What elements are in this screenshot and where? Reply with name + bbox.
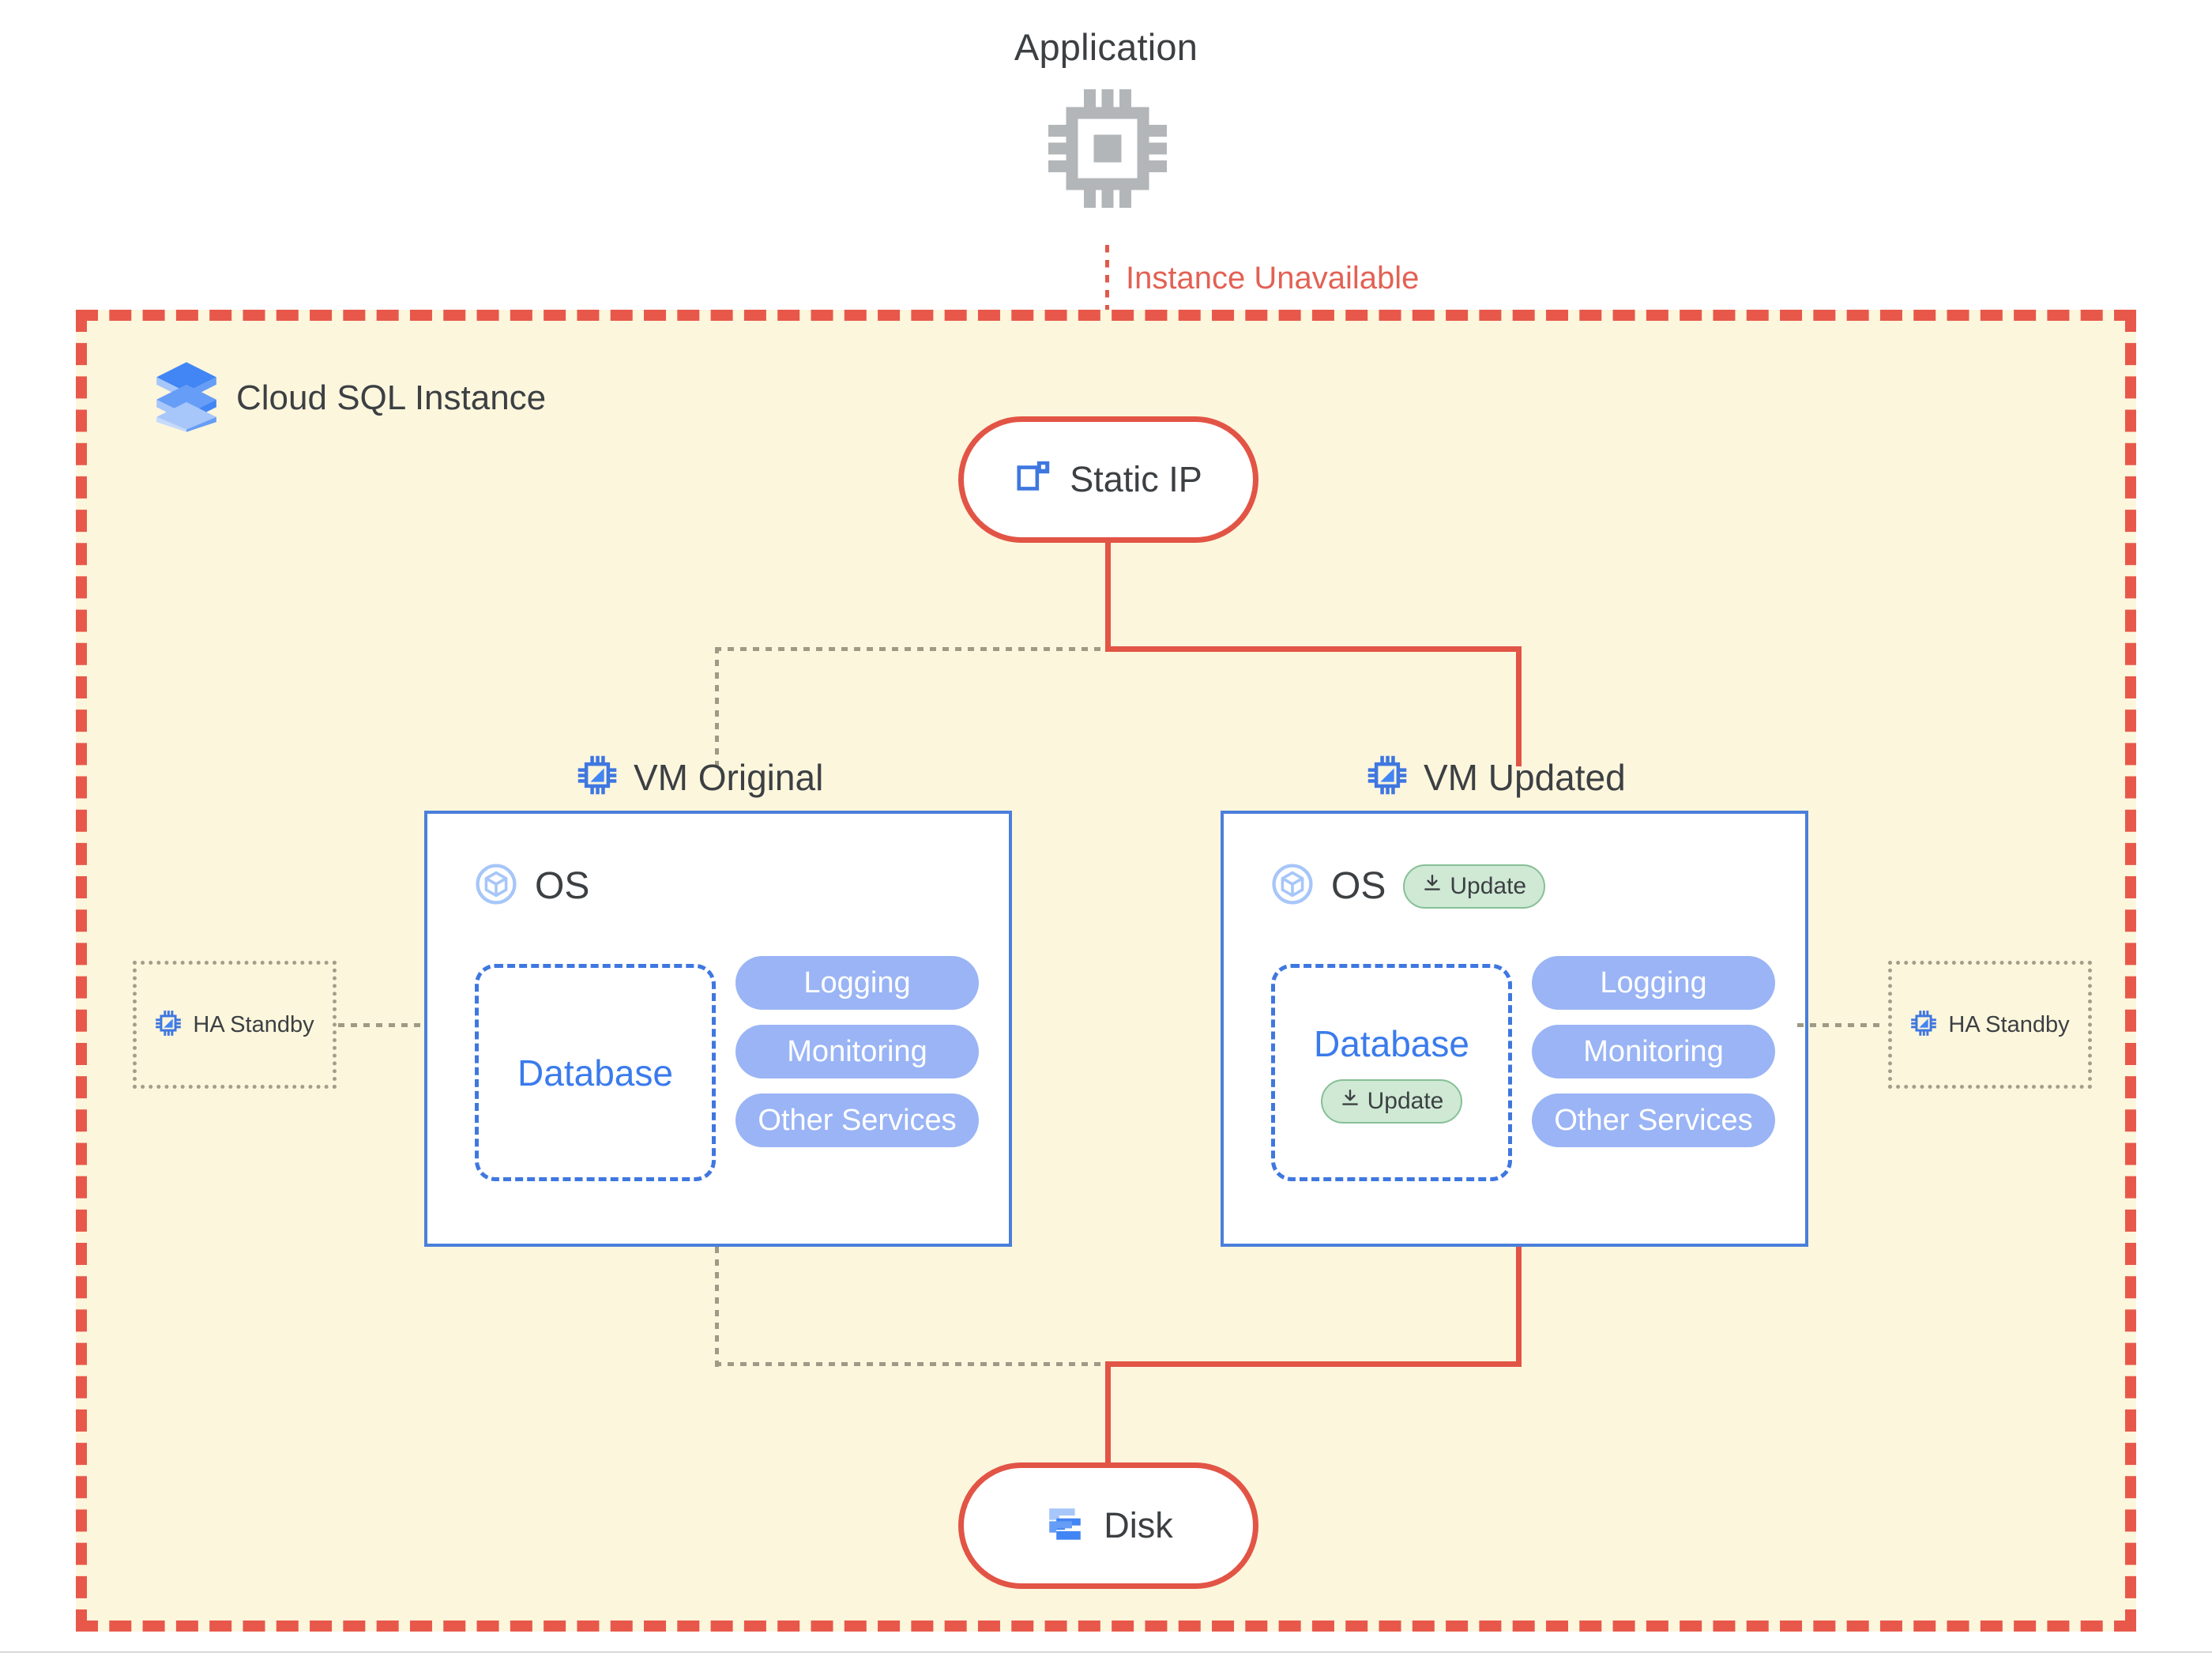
vm-updated-to-disk-horizontal <box>1105 1361 1522 1367</box>
service-pill-logging[interactable]: Logging <box>735 956 979 1010</box>
vm-chip-icon <box>1367 755 1408 800</box>
static-ip-to-vm-updated-vertical <box>1516 646 1522 766</box>
vm-chip-icon <box>577 755 618 800</box>
static-ip-label: Static IP <box>1070 459 1202 499</box>
service-pill-other-services[interactable]: Other Services <box>735 1093 979 1147</box>
vm-original-os-label: OS <box>535 865 590 907</box>
cpu-chip-icon <box>1044 85 1171 212</box>
service-pill-other-services[interactable]: Other Services <box>1532 1093 1775 1147</box>
os-update-badge-label: Update <box>1450 872 1527 899</box>
vm-original-database-label: Database <box>517 1052 673 1093</box>
vm-original-box: OS Database Logging Monitoring Other Ser… <box>424 811 1012 1247</box>
os-cube-icon <box>475 863 517 909</box>
vm-original-services: Logging Monitoring Other Services <box>735 956 979 1147</box>
disk-stem-connector <box>1105 1361 1111 1468</box>
ha-standby-left-box: HA Standby <box>133 961 337 1089</box>
ha-standby-right-box: HA Standby <box>1888 961 2092 1089</box>
os-cube-icon <box>1271 863 1314 909</box>
ha-standby-left-label: HA Standby <box>193 1011 314 1037</box>
ha-standby-right-label: HA Standby <box>1948 1011 2070 1037</box>
vm-updated-services: Logging Monitoring Other Services <box>1532 956 1775 1147</box>
static-ip-node[interactable]: Static IP <box>958 416 1258 543</box>
diagram-canvas: Application Instance Unavailable Cloud S… <box>0 0 2212 1660</box>
instance-unavailable-label: Instance Unavailable <box>1126 261 1420 295</box>
vm-original-os-row: OS <box>475 863 589 909</box>
application-label: Application <box>1014 26 1198 68</box>
vm-original-title: VM Original <box>577 755 823 800</box>
disk-label: Disk <box>1104 1505 1173 1545</box>
cloud-sql-stack-icon <box>154 359 219 436</box>
ha-standby-right-connector <box>1797 1023 1886 1027</box>
static-ip-to-vm-original-horizontal <box>715 647 1107 651</box>
download-icon <box>1422 873 1443 900</box>
download-icon <box>1340 1088 1360 1115</box>
vm-original-database-box: Database <box>475 964 716 1181</box>
vm-updated-os-row: OS Update <box>1271 863 1546 909</box>
static-ip-to-vm-original-vertical <box>715 647 719 767</box>
vm-updated-label: VM Updated <box>1424 756 1626 798</box>
vm-chip-icon <box>155 1010 182 1041</box>
vm-updated-database-label: Database <box>1314 1022 1469 1064</box>
static-ip-icon <box>1014 458 1054 502</box>
vm-original-label: VM Original <box>634 756 824 798</box>
vm-original-to-disk-vertical <box>715 1247 719 1367</box>
service-pill-monitoring[interactable]: Monitoring <box>735 1025 979 1078</box>
database-update-badge[interactable]: Update <box>1320 1078 1463 1124</box>
os-update-badge[interactable]: Update <box>1403 864 1546 909</box>
disk-node[interactable]: Disk <box>958 1462 1258 1589</box>
vm-updated-box: OS Update Database Update Logging Monito… <box>1221 811 1808 1247</box>
service-pill-monitoring[interactable]: Monitoring <box>1532 1025 1775 1078</box>
service-pill-logging[interactable]: Logging <box>1532 956 1775 1010</box>
page-divider <box>0 1651 2212 1653</box>
persistent-disk-icon <box>1044 1503 1086 1549</box>
cloud-sql-instance-label: Cloud SQL Instance <box>236 378 547 417</box>
static-ip-to-vm-updated-horizontal <box>1105 646 1522 652</box>
static-ip-stem-connector <box>1105 543 1111 649</box>
vm-chip-icon <box>1910 1010 1937 1041</box>
vm-updated-database-box: Database Update <box>1271 964 1512 1181</box>
vm-updated-to-disk-vertical <box>1516 1247 1522 1367</box>
database-update-badge-label: Update <box>1367 1087 1444 1114</box>
cloud-sql-instance-badge: Cloud SQL Instance <box>154 359 546 436</box>
vm-updated-os-label: OS <box>1331 865 1386 907</box>
vm-original-to-disk-horizontal <box>715 1362 1107 1366</box>
ha-standby-left-connector <box>338 1023 427 1027</box>
vm-updated-title: VM Updated <box>1367 755 1626 800</box>
